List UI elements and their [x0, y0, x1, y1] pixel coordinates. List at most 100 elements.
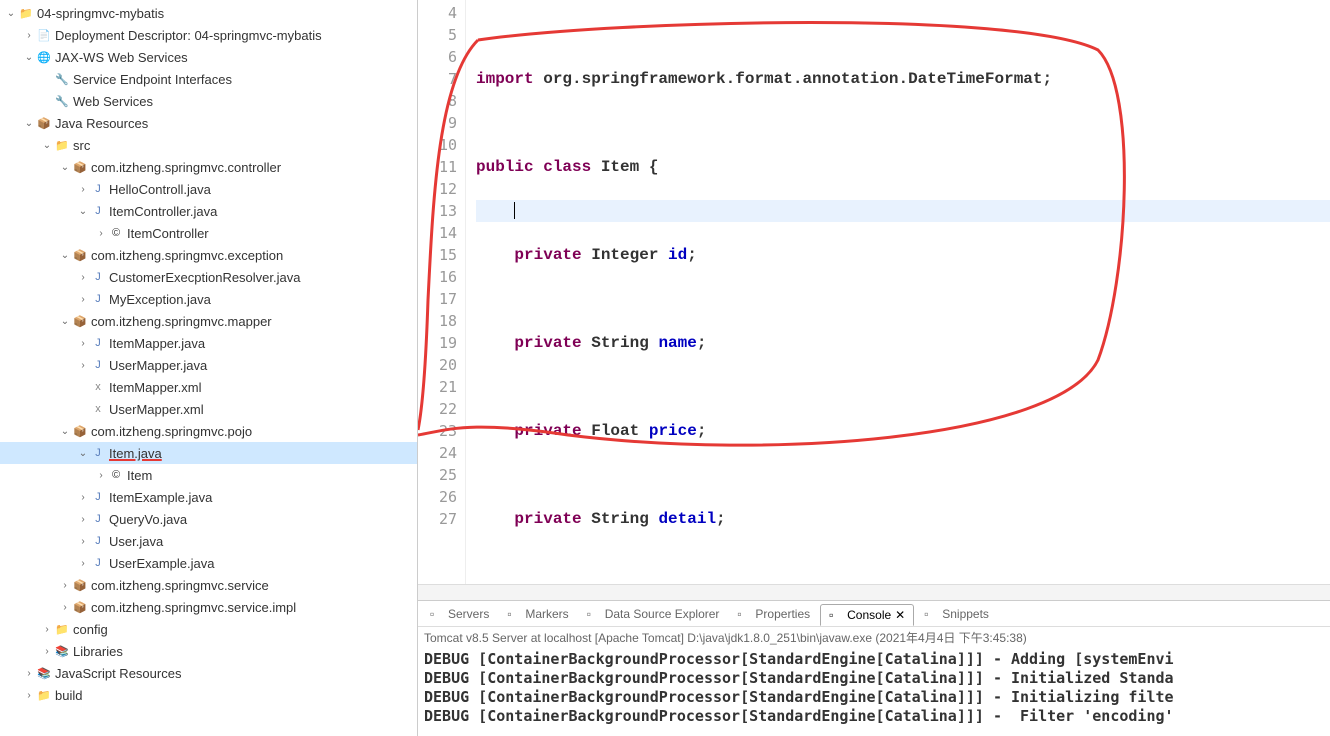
tree-item[interactable]: ⌄📦com.itzheng.springmvc.pojo: [0, 420, 417, 442]
tree-item[interactable]: ›JUserExample.java: [0, 552, 417, 574]
tree-item[interactable]: ›©Item: [0, 464, 417, 486]
main-area: 4567891011121314151617181920212223242526…: [418, 0, 1330, 736]
bottom-tabs[interactable]: ▫Servers▫Markers▫Data Source Explorer▫Pr…: [418, 601, 1330, 627]
tree-twisty-icon[interactable]: ›: [22, 668, 36, 679]
tree-label: UserExample.java: [109, 556, 215, 571]
tree-item[interactable]: ⌄📦com.itzheng.springmvc.mapper: [0, 310, 417, 332]
tab-console[interactable]: ▫Console ✕: [820, 604, 914, 626]
tree-twisty-icon[interactable]: ›: [94, 228, 108, 239]
tree-twisty-icon[interactable]: ⌄: [76, 448, 90, 459]
tree-twisty-icon[interactable]: ›: [40, 624, 54, 635]
tree-twisty-icon[interactable]: ⌄: [58, 162, 72, 173]
tree-item[interactable]: xUserMapper.xml: [0, 398, 417, 420]
tree-twisty-icon[interactable]: ⌄: [58, 426, 72, 437]
tree-twisty-icon[interactable]: ›: [76, 272, 90, 283]
console-output[interactable]: DEBUG [ContainerBackgroundProcessor[Stan…: [418, 648, 1330, 736]
tree-twisty-icon[interactable]: ⌄: [76, 206, 90, 217]
tree-item[interactable]: ⌄🌐JAX-WS Web Services: [0, 46, 417, 68]
tree-node-icon: 📁: [54, 621, 70, 637]
tree-item[interactable]: ›JItemMapper.java: [0, 332, 417, 354]
tree-twisty-icon[interactable]: ›: [58, 580, 72, 591]
tree-item[interactable]: ⌄JItem.java: [0, 442, 417, 464]
tree-item[interactable]: ›📚JavaScript Resources: [0, 662, 417, 684]
tree-item[interactable]: ›📄Deployment Descriptor: 04-springmvc-my…: [0, 24, 417, 46]
tree-item[interactable]: xItemMapper.xml: [0, 376, 417, 398]
tab-properties[interactable]: ▫Properties: [729, 604, 818, 624]
tree-twisty-icon[interactable]: ›: [22, 690, 36, 701]
tree-node-icon: 📦: [36, 115, 52, 131]
tree-item[interactable]: 🔧Web Services: [0, 90, 417, 112]
tab-markers[interactable]: ▫Markers: [499, 604, 576, 624]
editor-scrollbar[interactable]: [418, 584, 1330, 600]
tree-twisty-icon[interactable]: ⌄: [58, 316, 72, 327]
tree-node-icon: J: [90, 269, 106, 285]
tree-item[interactable]: ›JQueryVo.java: [0, 508, 417, 530]
tree-label: com.itzheng.springmvc.controller: [91, 160, 281, 175]
tree-label: ItemController.java: [109, 204, 217, 219]
tab-data-source-explorer[interactable]: ▫Data Source Explorer: [579, 604, 728, 624]
tree-item[interactable]: ⌄📁src: [0, 134, 417, 156]
tree-label: com.itzheng.springmvc.exception: [91, 248, 283, 263]
tree-twisty-icon[interactable]: ›: [76, 338, 90, 349]
tree-twisty-icon[interactable]: ›: [76, 360, 90, 371]
tree-node-icon: x: [90, 379, 106, 395]
tree-node-icon: 📄: [36, 27, 52, 43]
tree-item[interactable]: ›JHelloControll.java: [0, 178, 417, 200]
tab-icon: ▫: [924, 607, 938, 621]
tree-node-icon: 📚: [54, 643, 70, 659]
tree-label: com.itzheng.springmvc.mapper: [91, 314, 272, 329]
tab-servers[interactable]: ▫Servers: [422, 604, 497, 624]
tree-item[interactable]: ⌄📦Java Resources: [0, 112, 417, 134]
tree-item[interactable]: ⌄📦com.itzheng.springmvc.exception: [0, 244, 417, 266]
bottom-panel: ▫Servers▫Markers▫Data Source Explorer▫Pr…: [418, 600, 1330, 736]
tree-twisty-icon[interactable]: ⌄: [40, 140, 54, 151]
tree-item[interactable]: ⌄JItemController.java: [0, 200, 417, 222]
tree-item[interactable]: ›JMyException.java: [0, 288, 417, 310]
tree-label: config: [73, 622, 108, 637]
tree-twisty-icon[interactable]: ›: [40, 646, 54, 657]
tree-item[interactable]: ›JCustomerExecptionResolver.java: [0, 266, 417, 288]
tree-item[interactable]: ›📁config: [0, 618, 417, 640]
tree-node-icon: 📦: [72, 599, 88, 615]
tree-twisty-icon[interactable]: ›: [76, 536, 90, 547]
tree-node-icon: J: [90, 445, 106, 461]
tree-twisty-icon[interactable]: ›: [58, 602, 72, 613]
tree-item[interactable]: ⌄📦com.itzheng.springmvc.controller: [0, 156, 417, 178]
tree-label: src: [73, 138, 90, 153]
code-editor[interactable]: 4567891011121314151617181920212223242526…: [418, 0, 1330, 584]
tree-item[interactable]: ⌄📁04-springmvc-mybatis: [0, 2, 417, 24]
tree-item[interactable]: ›📦com.itzheng.springmvc.service.impl: [0, 596, 417, 618]
tree-twisty-icon[interactable]: ›: [76, 558, 90, 569]
tree-twisty-icon[interactable]: ›: [76, 492, 90, 503]
tree-label: JavaScript Resources: [55, 666, 181, 681]
tree-twisty-icon[interactable]: ›: [76, 184, 90, 195]
tree-item[interactable]: ›JUser.java: [0, 530, 417, 552]
tree-label: Deployment Descriptor: 04-springmvc-myba…: [55, 28, 322, 43]
tree-twisty-icon[interactable]: ⌄: [22, 52, 36, 63]
tree-label: CustomerExecptionResolver.java: [109, 270, 300, 285]
tree-twisty-icon[interactable]: ⌄: [22, 118, 36, 129]
tree-label: com.itzheng.springmvc.pojo: [91, 424, 252, 439]
tree-item[interactable]: ›JItemExample.java: [0, 486, 417, 508]
close-icon[interactable]: ✕: [895, 608, 905, 622]
tree-item[interactable]: ›📁build: [0, 684, 417, 706]
tree-item[interactable]: ›JUserMapper.java: [0, 354, 417, 376]
tab-snippets[interactable]: ▫Snippets: [916, 604, 997, 624]
tree-item[interactable]: ›📚Libraries: [0, 640, 417, 662]
tree-label: com.itzheng.springmvc.service: [91, 578, 269, 593]
tree-twisty-icon[interactable]: ›: [76, 294, 90, 305]
tree-twisty-icon[interactable]: ›: [76, 514, 90, 525]
tree-node-icon: J: [90, 533, 106, 549]
tree-node-icon: J: [90, 357, 106, 373]
tree-node-icon: J: [90, 511, 106, 527]
tree-twisty-icon[interactable]: ⌄: [58, 250, 72, 261]
tree-item[interactable]: ›©ItemController: [0, 222, 417, 244]
code-content[interactable]: import org.springframework.format.annota…: [466, 0, 1330, 584]
tree-item[interactable]: 🔧Service Endpoint Interfaces: [0, 68, 417, 90]
tree-item[interactable]: ›📦com.itzheng.springmvc.service: [0, 574, 417, 596]
tree-twisty-icon[interactable]: ›: [94, 470, 108, 481]
tree-twisty-icon[interactable]: ›: [22, 30, 36, 41]
tree-node-icon: x: [90, 401, 106, 417]
tree-twisty-icon[interactable]: ⌄: [4, 8, 18, 19]
project-explorer[interactable]: ⌄📁04-springmvc-mybatis›📄Deployment Descr…: [0, 0, 418, 736]
